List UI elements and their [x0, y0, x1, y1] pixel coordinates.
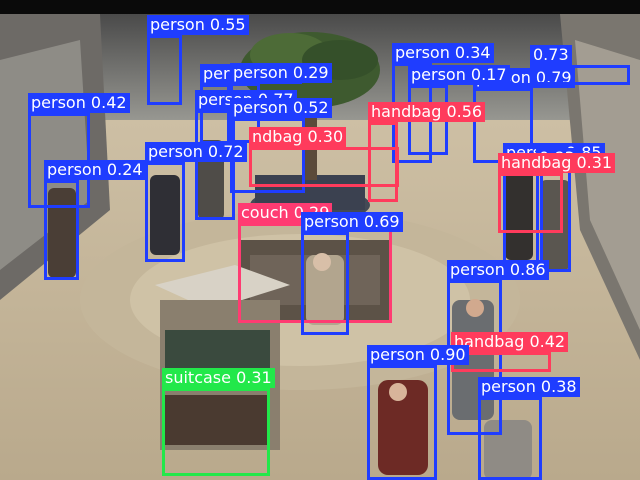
person-bounding-box [301, 232, 349, 335]
person-bounding-box [147, 35, 182, 105]
person-bounding-box [478, 397, 542, 480]
person-label: person 0.86 [447, 260, 549, 280]
person-label: person 0.72 [145, 142, 247, 162]
suitcase-bounding-box [162, 388, 270, 476]
person-label: person 0.55 [147, 15, 249, 35]
person-label: person 0.42 [28, 93, 130, 113]
person-label: person 0.38 [478, 377, 580, 397]
person-bounding-box [44, 180, 79, 280]
person-label: 0.73 [530, 45, 572, 65]
person-bounding-box [530, 65, 630, 85]
person-bounding-box [367, 365, 437, 480]
person-label: person 0.34 [392, 43, 494, 63]
person-label: person 0.52 [230, 98, 332, 118]
person-bounding-box [145, 162, 185, 262]
person-label: person 0.17 [408, 65, 510, 85]
person-label: person 0.24 [44, 160, 146, 180]
person-label: person 0.69 [301, 212, 403, 232]
suitcase-label: suitcase 0.31 [162, 368, 275, 388]
person-label: person 0.29 [230, 63, 332, 83]
person-label: person 0.90 [367, 345, 469, 365]
handbag-bounding-box [498, 173, 563, 233]
handbag-label: ndbag 0.30 [249, 127, 347, 147]
handbag-label: handbag 0.56 [368, 102, 486, 122]
handbag-bounding-box [249, 147, 399, 187]
person-bounding-box [195, 110, 235, 220]
detection-scene: person 0.55person 0.16person 0.29person … [0, 0, 640, 480]
handbag-label: handbag 0.31 [498, 153, 616, 173]
